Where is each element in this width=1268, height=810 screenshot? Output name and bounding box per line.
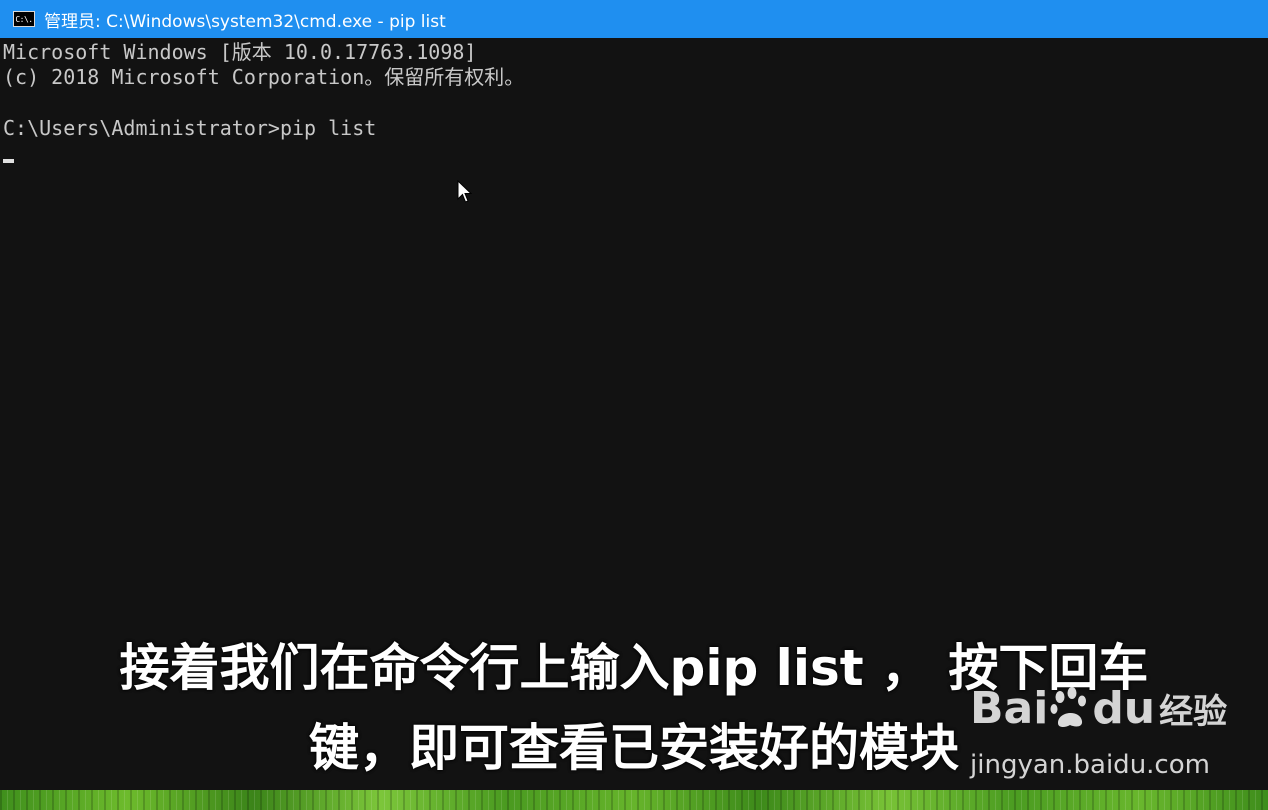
baidu-logo-du: du <box>1092 682 1156 734</box>
title-bar[interactable]: C:\. 管理员: C:\Windows\system32\cmd.exe - … <box>0 0 1268 38</box>
console-line-version: Microsoft Windows [版本 10.0.17763.1098] <box>3 40 477 64</box>
baidu-watermark: Bai du 经验 jingyan.baidu.com <box>970 668 1230 788</box>
text-cursor <box>3 159 14 163</box>
baidu-paw-icon <box>1050 687 1087 728</box>
console-line-command: C:\Users\Administrator>pip list <box>3 116 377 140</box>
cmd-app-icon[interactable]: C:\. <box>13 11 35 27</box>
console-line-copyright: (c) 2018 Microsoft Corporation。保留所有权利。 <box>3 65 525 89</box>
window-title: 管理员: C:\Windows\system32\cmd.exe - pip l… <box>44 11 446 32</box>
mouse-pointer-icon <box>457 180 473 203</box>
baidu-logo-bai: Bai <box>970 682 1049 734</box>
baidu-logo: Bai du 经验 <box>970 668 1230 748</box>
baidu-brand-jingyan: 经验 <box>1159 691 1228 732</box>
cmd-icon-text: C:\. <box>15 14 33 24</box>
watermark-url: jingyan.baidu.com <box>970 750 1210 780</box>
grass-texture <box>0 790 1268 810</box>
